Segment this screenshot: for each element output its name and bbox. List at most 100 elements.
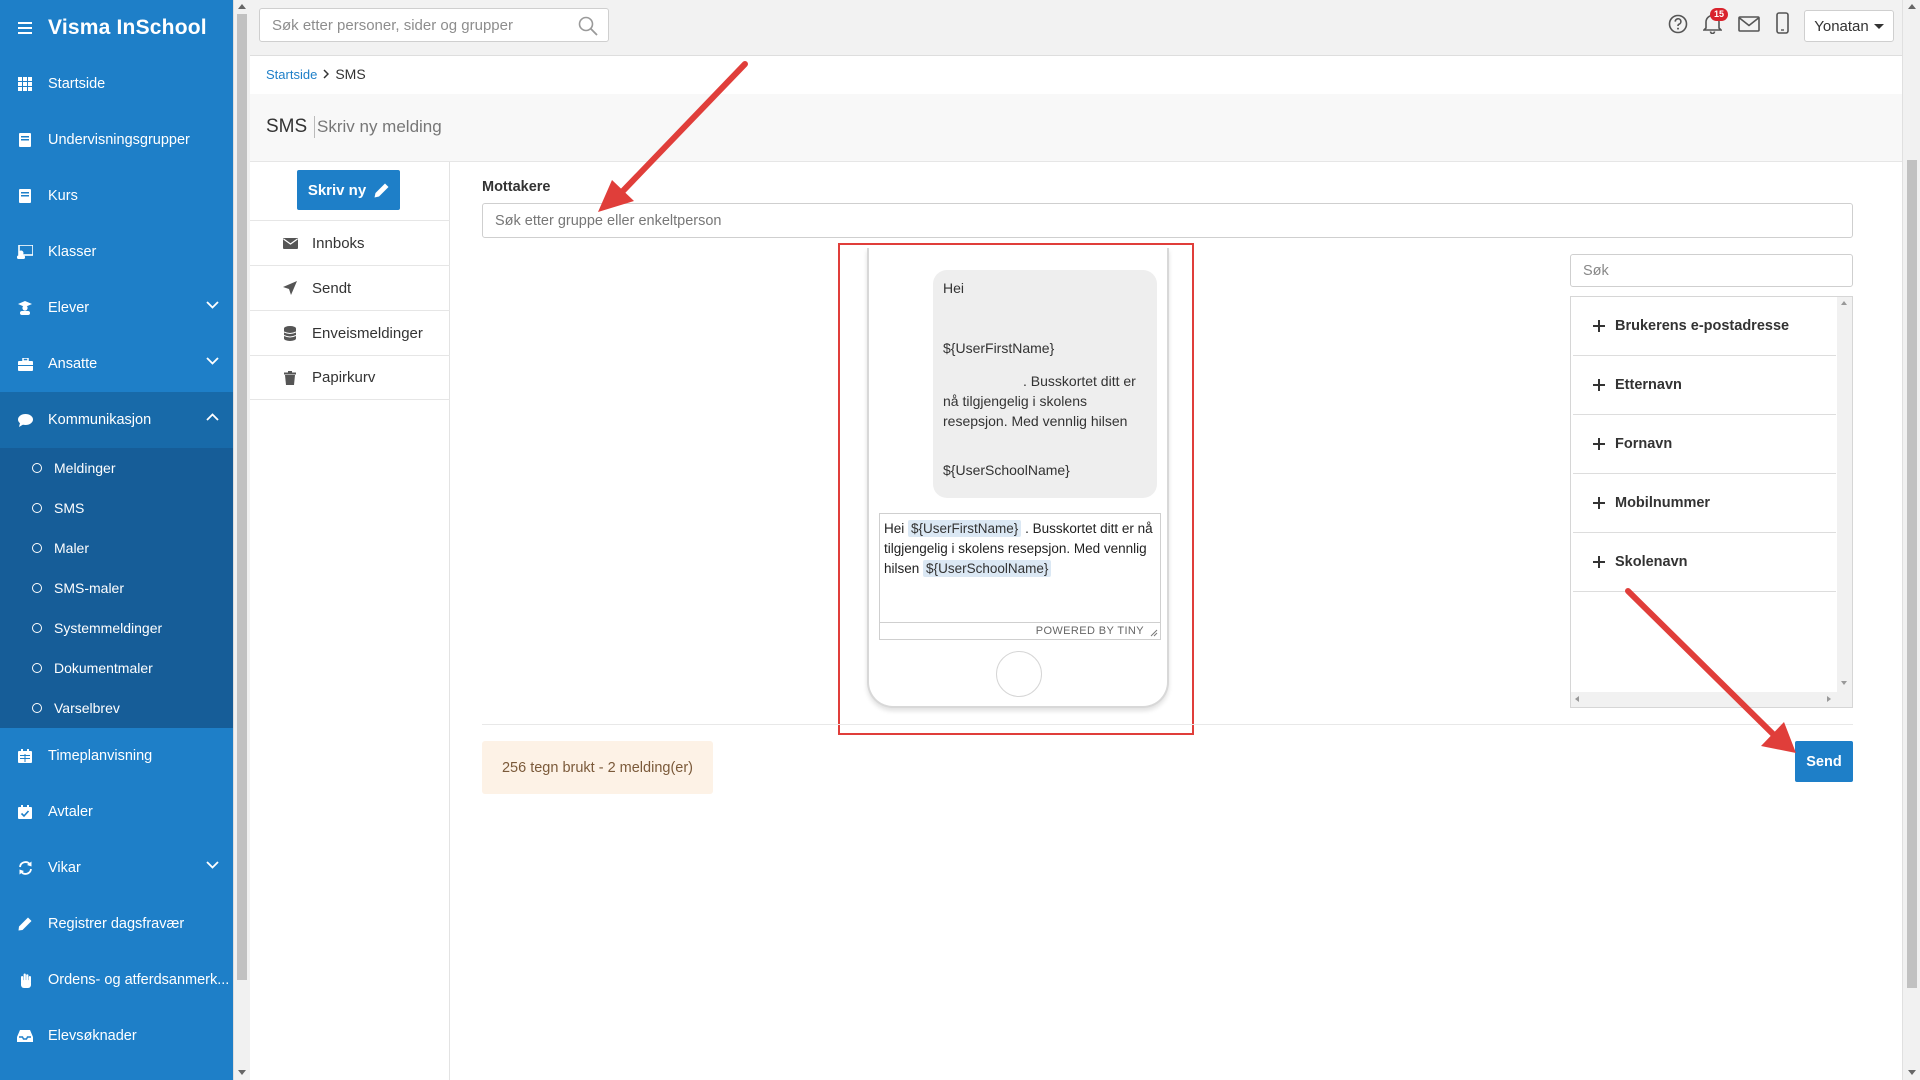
menu-item-label: Papirkurv [312,369,376,386]
variable-tag-school-name[interactable]: ${UserSchoolName} [923,560,1052,577]
search-icon[interactable] [578,16,598,36]
sidebar-item-timeplanvisning[interactable]: Timeplanvisning [0,728,233,784]
variable-item[interactable]: Fornavn [1573,415,1836,474]
sidebar-item-label: Elevsøknader [48,1028,137,1044]
editor-content[interactable]: Hei ${UserFirstName} . Busskortet ditt e… [880,514,1160,579]
write-new-button[interactable]: Skriv ny [297,170,400,210]
pencil-icon [16,915,34,933]
sidebar-item-label: Avtaler [48,804,93,820]
sidebar-item-ansatte[interactable]: Ansatte [0,336,233,392]
submenu-item-meldinger[interactable]: Meldinger [0,448,233,488]
sidebar-item-ordens-og-atferdsanmerkninger[interactable]: Ordens- og atferdsanmerk... [0,952,233,1008]
sidebar-item-label: Ansatte [48,356,98,372]
variable-item-label: Mobilnummer [1615,495,1711,511]
sidebar-item-vikar[interactable]: Vikar [0,840,233,896]
hamburger-menu-icon[interactable] [18,22,32,34]
write-new-label: Skriv ny [307,181,367,199]
chevron-up-icon [206,413,219,421]
book-icon [16,187,34,205]
message-menu: Skriv ny Innboks Sendt Enveismeldinger P… [250,162,450,1080]
sidebar-item-startside[interactable]: Startside [0,56,233,112]
submenu-item-varselbrev[interactable]: Varselbrev [0,688,233,728]
variable-tag-first-name[interactable]: ${UserFirstName} [908,520,1022,537]
submenu-item-label: Varselbrev [54,700,120,716]
submenu-item-label: Meldinger [54,460,116,476]
submenu-item-maler[interactable]: Maler [0,528,233,568]
submenu-item-label: Maler [54,540,90,556]
preview-line: ${UserFirstName} [943,340,1055,356]
variables-search-input[interactable] [1570,254,1853,287]
chevron-right-icon [323,69,330,79]
database-icon [282,325,298,341]
submenu-item-systemmeldinger[interactable]: Systemmeldinger [0,608,233,648]
top-bar: 15 Yonatan [250,0,1902,56]
sidebar-item-elever[interactable]: Elever [0,280,233,336]
variable-item-label: Brukerens e-postadresse [1615,318,1790,334]
sidebar-item-label: Elever [48,300,90,316]
sidebar-item-registrer-dagsfravaer[interactable]: Registrer dagsfravær [0,896,233,952]
variable-item[interactable]: Etternavn [1573,356,1836,415]
sidebar-item-label: Kommunikasjon [48,412,152,428]
briefcase-icon [16,355,34,373]
resize-handle-icon[interactable] [1150,629,1158,637]
pencil-icon [374,183,389,197]
sidebar-scrollbar[interactable] [233,0,250,1080]
sidebar-item-elevsoknader[interactable]: Elevsøknader [0,1008,233,1064]
page-header: SMS Skriv ny melding [250,94,1902,162]
menu-item-papirkurv[interactable]: Papirkurv [250,355,450,400]
sidebar-item-avtaler[interactable]: Avtaler [0,784,233,840]
sidebar-item-kurs[interactable]: Kurs [0,168,233,224]
circle-icon [32,543,42,553]
sidebar-item-label: Ordens- og atferdsanmerk... [48,972,230,988]
breadcrumb-home-link[interactable]: Startside [266,67,317,82]
main-scrollbar[interactable] [1902,0,1920,1080]
global-search-input[interactable] [260,9,560,41]
menu-item-label: Sendt [312,279,352,297]
inbox-icon [16,1027,34,1045]
help-icon[interactable] [1668,14,1688,34]
send-button[interactable]: Send [1795,741,1853,782]
calendar-check-icon [16,803,34,821]
powered-by-label[interactable]: POWERED BY TINY [1036,625,1144,637]
chevron-down-icon [206,301,219,309]
sidebar-item-kommunikasjon[interactable]: Kommunikasjon [0,392,233,448]
caret-down-icon [1873,23,1884,29]
sidebar-item-undervisningsgrupper[interactable]: Undervisningsgrupper [0,112,233,168]
recipients-input[interactable] [482,203,1853,238]
submenu-item-dokumentmaler[interactable]: Dokumentmaler [0,648,233,688]
breadcrumb: Startside SMS [266,66,366,82]
sms-preview-bubble: Hei ${UserFirstName} . Busskortet ditt e… [933,270,1157,498]
sidebar-scrollbar-thumb[interactable] [237,14,247,980]
plus-icon [1593,438,1605,450]
user-menu-button[interactable]: Yonatan [1804,10,1894,42]
envelope-icon [282,237,298,249]
hand-icon [16,971,34,989]
sidebar-item-label: Timeplanvisning [48,748,153,764]
submenu-item-sms-maler[interactable]: SMS-maler [0,568,233,608]
app-title[interactable]: Visma InSchool [48,16,207,40]
menu-item-sendt[interactable]: Sendt [250,265,450,310]
sidebar-item-label: Registrer dagsfravær [48,916,185,932]
mobile-phone-icon[interactable] [1776,12,1789,34]
mail-icon[interactable] [1738,16,1760,32]
variable-item[interactable]: Skolenavn [1573,533,1836,592]
plus-icon [1593,556,1605,568]
submenu-item-sms[interactable]: SMS [0,488,233,528]
menu-item-innboks[interactable]: Innboks [250,220,450,265]
variables-horizontal-scrollbar[interactable] [1571,692,1852,707]
sidebar-item-klasser[interactable]: Klasser [0,224,233,280]
kommunikasjon-submenu: Meldinger SMS Maler SMS-maler Systemmeld… [0,448,233,728]
circle-icon [32,623,42,633]
editor-text: Hei [884,521,905,536]
user-name: Yonatan [1814,17,1869,35]
menu-item-label: Enveismeldinger [312,324,423,342]
menu-item-enveismeldinger[interactable]: Enveismeldinger [250,310,450,355]
message-editor[interactable]: Hei ${UserFirstName} . Busskortet ditt e… [879,513,1161,640]
trash-icon [282,370,298,385]
variable-item[interactable]: Mobilnummer [1573,474,1836,533]
variable-item-label: Etternavn [1615,377,1682,393]
variables-vertical-scrollbar[interactable] [1837,297,1852,693]
sidebar-item-label: Kurs [48,188,78,204]
variable-item[interactable]: Brukerens e-postadresse [1573,297,1836,356]
main-scrollbar-thumb[interactable] [1907,160,1917,988]
